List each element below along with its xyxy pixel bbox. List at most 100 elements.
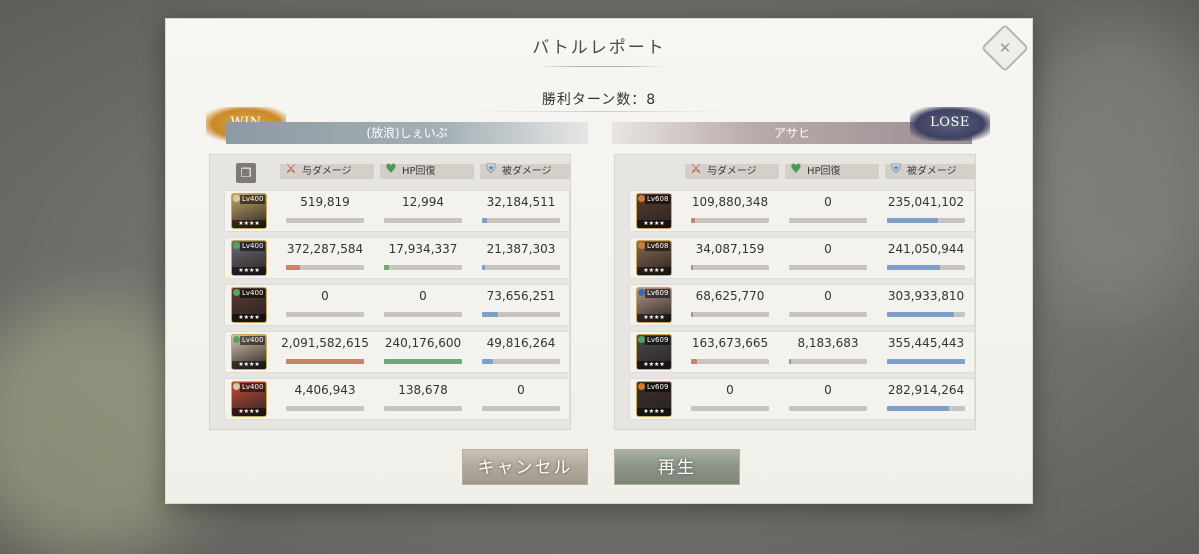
rarity-stars-icon: ★★★★: [637, 408, 671, 416]
character-avatar[interactable]: Lv400 ★★★★: [231, 381, 267, 417]
character-avatar[interactable]: Lv608 ★★★★: [636, 240, 672, 276]
rarity-stars-icon: ★★★★: [232, 361, 266, 369]
damage-value: 68,625,770: [695, 289, 765, 303]
heal-value: 12,994: [402, 195, 444, 209]
heal-bar-fill: [789, 359, 792, 364]
damage-bar-fill: [286, 359, 364, 364]
heal-bar: [789, 312, 867, 317]
level-label: Lv609: [645, 336, 671, 345]
taken-value: 303,933,810: [887, 289, 965, 303]
table-row[interactable]: Lv609 ★★★★ 0 0 282,914,264: [629, 378, 975, 420]
heal-bar: [384, 312, 462, 317]
left-team-panel: ❐ ⚔ 与ダメージ ♥ HP回復 ⛨ 被ダメージ Lv400 ★★★★ 519,81…: [209, 154, 571, 430]
level-label: Lv609: [645, 289, 671, 298]
header-heal: ♥ HP回復: [785, 162, 879, 179]
table-row[interactable]: Lv400 ★★★★ 0 0 73,656,251: [224, 284, 570, 326]
header-heal: ♥ HP回復: [380, 162, 474, 179]
taken-bar: [887, 265, 965, 270]
right-team-panel: ⚔ 与ダメージ ♥ HP回復 ⛨ 被ダメージ Lv608 ★★★★ 109,880,…: [614, 154, 976, 430]
rarity-stars-icon: ★★★★: [232, 267, 266, 275]
heal-value: 138,678: [398, 383, 448, 397]
header-damage: ⚔ 与ダメージ: [685, 162, 779, 179]
background-blur: [1020, 20, 1199, 320]
level-label: Lv400: [240, 336, 266, 345]
damage-bar: [691, 359, 769, 364]
heal-value: 17,934,337: [388, 242, 458, 256]
character-avatar[interactable]: Lv400 ★★★★: [231, 193, 267, 229]
rarity-stars-icon: ★★★★: [637, 220, 671, 228]
shield-icon: ⛨: [891, 162, 901, 177]
taken-value: 32,184,511: [486, 195, 556, 209]
taken-bar: [482, 312, 560, 317]
table-row[interactable]: Lv400 ★★★★ 372,287,584 17,934,337 21,387,303: [224, 237, 570, 279]
damage-bar: [286, 312, 364, 317]
header-taken: ⛨ 被ダメージ: [885, 162, 975, 179]
element-icon: [233, 242, 240, 249]
level-label: Lv400: [240, 383, 266, 392]
damage-bar: [691, 265, 769, 270]
heal-value: 8,183,683: [797, 336, 859, 350]
table-row[interactable]: Lv400 ★★★★ 4,406,943 138,678 0: [224, 378, 570, 420]
taken-bar: [482, 406, 560, 411]
replay-button[interactable]: 再生: [614, 449, 740, 485]
character-avatar[interactable]: Lv400 ★★★★: [231, 287, 267, 323]
character-avatar[interactable]: Lv609 ★★★★: [636, 334, 672, 370]
taken-bar-fill: [482, 218, 487, 223]
taken-bar-fill: [887, 265, 941, 270]
taken-value: 241,050,944: [887, 242, 965, 256]
shield-icon: ⛨: [486, 162, 496, 177]
heart-icon: ♥: [385, 162, 397, 177]
heal-bar-fill: [384, 265, 390, 270]
taken-bar-fill: [482, 312, 498, 317]
character-avatar[interactable]: Lv400 ★★★★: [231, 240, 267, 276]
table-row[interactable]: Lv400 ★★★★ 519,819 12,994 32,184,511: [224, 190, 570, 232]
heal-bar: [789, 359, 867, 364]
turns-divider: [476, 111, 726, 112]
damage-value: 0: [726, 383, 734, 397]
copy-icon[interactable]: ❐: [236, 163, 256, 183]
rarity-stars-icon: ★★★★: [637, 314, 671, 322]
header-heal-label: HP回復: [402, 166, 436, 177]
table-row[interactable]: Lv609 ★★★★ 68,625,770 0 303,933,810: [629, 284, 975, 326]
heal-value: 0: [824, 195, 832, 209]
taken-bar: [482, 218, 560, 223]
header-taken: ⛨ 被ダメージ: [480, 162, 570, 179]
taken-value: 21,387,303: [486, 242, 556, 256]
level-label: Lv400: [240, 289, 266, 298]
taken-bar-fill: [482, 265, 486, 270]
taken-bar-fill: [887, 312, 955, 317]
character-avatar[interactable]: Lv400 ★★★★: [231, 334, 267, 370]
damage-value: 0: [321, 289, 329, 303]
taken-value: 355,445,443: [887, 336, 965, 350]
title-divider: [536, 66, 666, 67]
damage-bar: [691, 312, 769, 317]
damage-bar-fill: [691, 265, 693, 270]
damage-bar-fill: [691, 312, 694, 317]
character-avatar[interactable]: Lv609 ★★★★: [636, 381, 672, 417]
cancel-button[interactable]: キャンセル: [462, 449, 588, 485]
heal-bar: [789, 406, 867, 411]
element-icon: [638, 336, 645, 343]
heal-value: 0: [824, 383, 832, 397]
table-row[interactable]: Lv609 ★★★★ 163,673,665 8,183,683 355,445,443: [629, 331, 975, 373]
taken-value: 49,816,264: [486, 336, 556, 350]
damage-bar-fill: [691, 218, 695, 223]
taken-bar: [887, 406, 965, 411]
character-avatar[interactable]: Lv609 ★★★★: [636, 287, 672, 323]
damage-value: 163,673,665: [691, 336, 769, 350]
header-taken-label: 被ダメージ: [907, 166, 957, 177]
left-team-name: (放浪)しぇいぶ: [226, 122, 588, 144]
taken-bar-fill: [482, 359, 493, 364]
taken-bar-fill: [887, 359, 965, 364]
table-row[interactable]: Lv608 ★★★★ 34,087,159 0 241,050,944: [629, 237, 975, 279]
table-row[interactable]: Lv608 ★★★★ 109,880,348 0 235,041,102: [629, 190, 975, 232]
character-avatar[interactable]: Lv608 ★★★★: [636, 193, 672, 229]
damage-value: 372,287,584: [286, 242, 364, 256]
damage-value: 109,880,348: [691, 195, 769, 209]
close-button[interactable]: ✕: [980, 23, 1030, 73]
table-row[interactable]: Lv400 ★★★★ 2,091,582,615 240,176,600 49,816,…: [224, 331, 570, 373]
sword-icon: ⚔: [690, 162, 702, 177]
battle-report-dialog: バトルレポート ✕ 勝利ターン数：8 WIN (放浪)しぇいぶ アサヒ LOSE…: [165, 18, 1033, 504]
heal-bar: [384, 265, 462, 270]
victory-turns: 勝利ターン数：8: [541, 92, 657, 108]
